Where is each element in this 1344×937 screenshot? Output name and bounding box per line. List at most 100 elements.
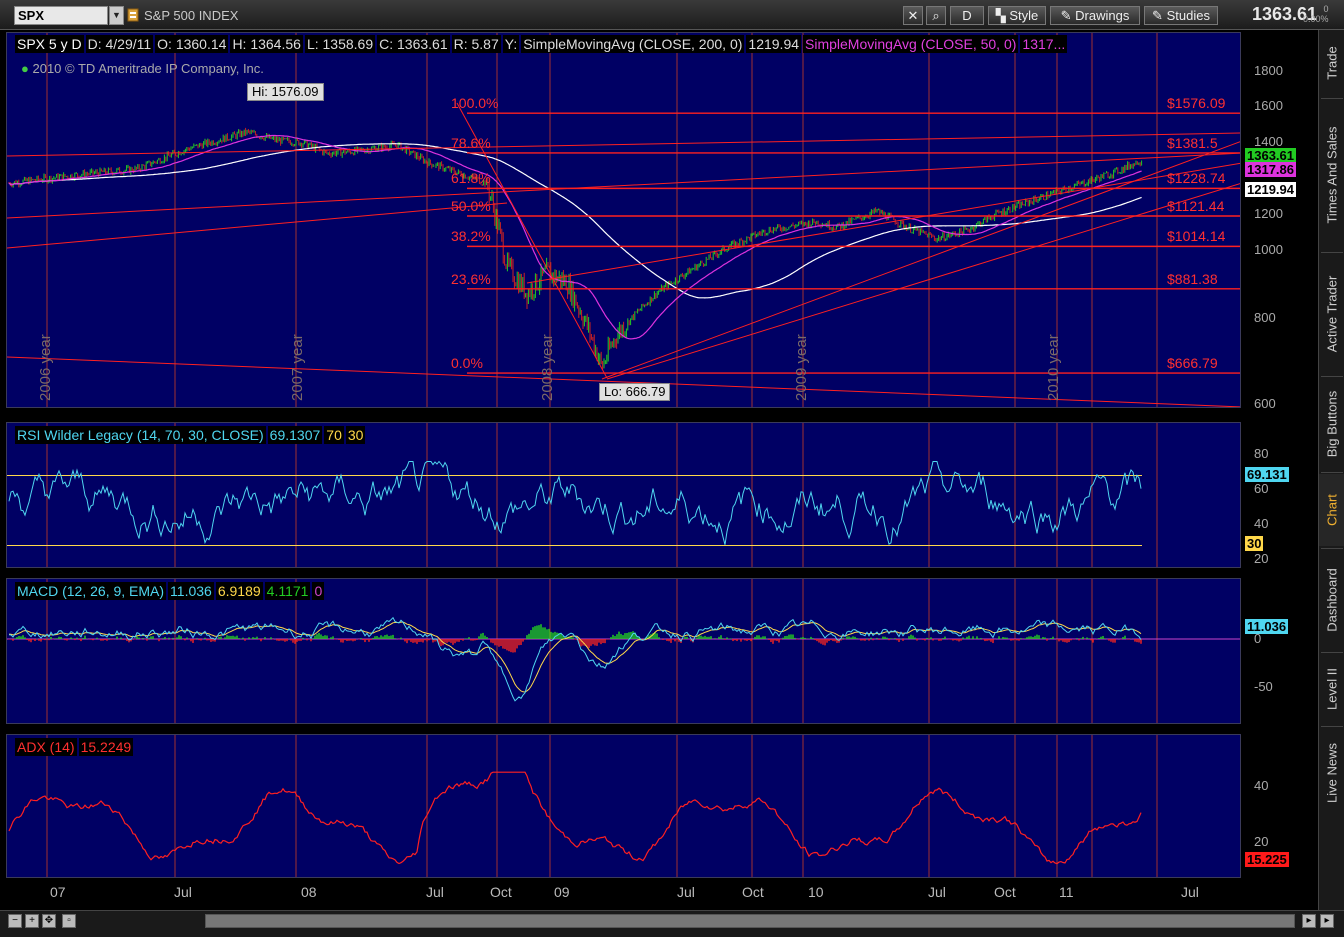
- adx-header: ADX (14) 15.2249: [15, 738, 135, 756]
- tab-big-buttons[interactable]: Big Buttons: [1319, 378, 1344, 470]
- tab-dashboard[interactable]: Dashboard: [1319, 550, 1344, 650]
- style-button[interactable]: ▚ Style: [988, 6, 1046, 25]
- x-tick: 08: [301, 884, 317, 900]
- macd-value-tag: 11.036: [1245, 619, 1289, 634]
- adx-pane[interactable]: ADX (14) 15.2249: [6, 734, 1241, 878]
- studies-button[interactable]: ✎ Studies: [1144, 6, 1218, 25]
- fib-price-label: $666.79: [1167, 355, 1218, 372]
- sma200-label: SimpleMovingAvg (CLOSE, 200, 0): [521, 35, 745, 53]
- x-tick: 10: [808, 884, 824, 900]
- time-axis[interactable]: 07 Jul 08 Jul Oct 09 Jul Oct 10 Jul Oct …: [6, 878, 1241, 908]
- macd-label: MACD (12, 26, 9, EMA): [15, 582, 167, 600]
- rsi-axis[interactable]: 80 60 40 20 69.131 30: [1242, 422, 1316, 568]
- y-tick: 1000: [1254, 242, 1283, 257]
- scroll-end-icon[interactable]: ▸: [1320, 914, 1334, 928]
- y-tick: 1200: [1254, 206, 1283, 221]
- thinkorswim-window: SPX ▼ S&P 500 INDEX ✕ ⌕ D ▚ Style ✎ Draw…: [0, 0, 1344, 937]
- tab-times-and-sales[interactable]: Times And Sales: [1319, 100, 1344, 250]
- bottom-scrollbar: − + ✥ ▫ ▸ ▸: [0, 910, 1344, 937]
- header-high: H: 1364.56: [230, 35, 303, 53]
- y-tick: 20: [1254, 551, 1269, 566]
- reset-icon[interactable]: ▫: [62, 914, 76, 928]
- tab-label: Times And Sales: [1324, 126, 1340, 224]
- tab-separator: [1321, 472, 1343, 473]
- scroll-thumb[interactable]: [206, 915, 1294, 927]
- trend-line: [606, 183, 1240, 380]
- zoom-in-icon[interactable]: +: [25, 914, 39, 928]
- macd-pane[interactable]: MACD (12, 26, 9, EMA) 11.036 6.9189 4.1171 0: [6, 578, 1241, 724]
- x-tick: Jul: [174, 884, 192, 900]
- adx-axis[interactable]: 40 20 15.225: [1242, 734, 1316, 878]
- high-callout: Hi: 1576.09: [247, 83, 324, 101]
- studies-icon: ✎: [1152, 8, 1163, 23]
- zoom-icon[interactable]: ⌕: [926, 6, 946, 25]
- rsi-value: 69.1307: [267, 426, 323, 444]
- crosshair-icon[interactable]: ✕: [903, 6, 923, 25]
- macd-axis[interactable]: 0 -50 11.036: [1242, 578, 1316, 724]
- style-icon: ▚: [995, 8, 1006, 23]
- symbol-description: S&P 500 INDEX: [144, 8, 239, 23]
- year-label: 2009 year: [793, 334, 810, 401]
- macd-avg: 6.9189: [215, 582, 263, 600]
- tab-level-ii[interactable]: Level II: [1319, 654, 1344, 724]
- rsi-oversold-tag: 30: [1245, 536, 1264, 551]
- fib-pct-label: 78.6%: [451, 134, 491, 151]
- time-scrollbar[interactable]: [205, 914, 1295, 928]
- tab-separator: [1321, 726, 1343, 727]
- link-icon[interactable]: [127, 8, 139, 22]
- info-icon: ●: [21, 61, 29, 76]
- tab-label: Chart: [1324, 494, 1340, 526]
- sma50-tag: 1317.86: [1245, 162, 1296, 177]
- header-open: O: 1360.14: [155, 35, 229, 53]
- trend-line: [7, 202, 508, 249]
- tab-live-news[interactable]: Live News: [1319, 728, 1344, 818]
- macd-header: MACD (12, 26, 9, EMA) 11.036 6.9189 4.1171 0: [15, 582, 326, 600]
- rsi-overbought: 70: [324, 426, 344, 444]
- adx-label: ADX (14): [15, 738, 77, 756]
- y-tick: 800: [1254, 310, 1276, 325]
- sma50-label: SimpleMovingAvg (CLOSE, 50, 0): [803, 35, 1019, 53]
- macd-value: 11.036: [168, 582, 214, 600]
- x-tick: Jul: [1181, 884, 1199, 900]
- y-tick: 1800: [1254, 63, 1283, 78]
- adx-value: 15.2249: [78, 738, 134, 756]
- year-label: 2006 year: [37, 334, 54, 401]
- tab-trade[interactable]: Trade: [1319, 30, 1344, 96]
- header-y: Y:: [502, 35, 520, 53]
- scroll-right-icon[interactable]: ▸: [1302, 914, 1316, 928]
- style-label: Style: [1009, 8, 1039, 23]
- trend-line: [601, 141, 1240, 380]
- studies-label: Studies: [1166, 8, 1210, 23]
- fib-pct-label: 100.0%: [451, 95, 499, 112]
- pan-icon[interactable]: ✥: [42, 914, 56, 928]
- x-tick: Oct: [490, 884, 512, 900]
- x-tick: Jul: [677, 884, 695, 900]
- symbol-input[interactable]: SPX: [14, 6, 108, 25]
- sma200-tag: 1219.94: [1245, 182, 1296, 197]
- header-date: D: 4/29/11: [85, 35, 154, 53]
- price-pane[interactable]: SPX 5 y D D: 4/29/11 O: 1360.14 H: 1364.56 L…: [6, 32, 1241, 408]
- tab-chart[interactable]: Chart: [1319, 474, 1344, 546]
- tab-active-trader[interactable]: Active Trader: [1319, 254, 1344, 374]
- trend-line: [7, 152, 1240, 219]
- tab-label: Level II: [1324, 668, 1340, 710]
- pct-change: 0.00%: [1303, 14, 1329, 24]
- price-axis[interactable]: 1800 1600 1400 1200 1000 800 600 1363.61…: [1242, 32, 1316, 411]
- sma50-line: [8, 134, 1142, 340]
- tab-label: Active Trader: [1324, 275, 1340, 353]
- y-tick: 80: [1254, 446, 1269, 461]
- rsi-line: [8, 460, 1142, 545]
- y-tick: 1400: [1254, 134, 1283, 149]
- tab-separator: [1321, 376, 1343, 377]
- drawings-button[interactable]: ✎ Drawings: [1050, 6, 1140, 25]
- rsi-pane[interactable]: RSI Wilder Legacy (14, 70, 30, CLOSE) 69.…: [6, 422, 1241, 568]
- x-tick: 09: [554, 884, 570, 900]
- symbol-dropdown-button[interactable]: ▼: [109, 6, 124, 25]
- sma50-value: 1317...: [1020, 35, 1068, 53]
- y-tick: 20: [1254, 834, 1269, 849]
- period-button[interactable]: D: [950, 6, 984, 25]
- zoom-out-icon[interactable]: −: [8, 914, 22, 928]
- drawings-icon: ✎: [1060, 8, 1072, 23]
- header-symbol: SPX 5 y D: [15, 35, 84, 53]
- y-tick: 60: [1254, 481, 1269, 496]
